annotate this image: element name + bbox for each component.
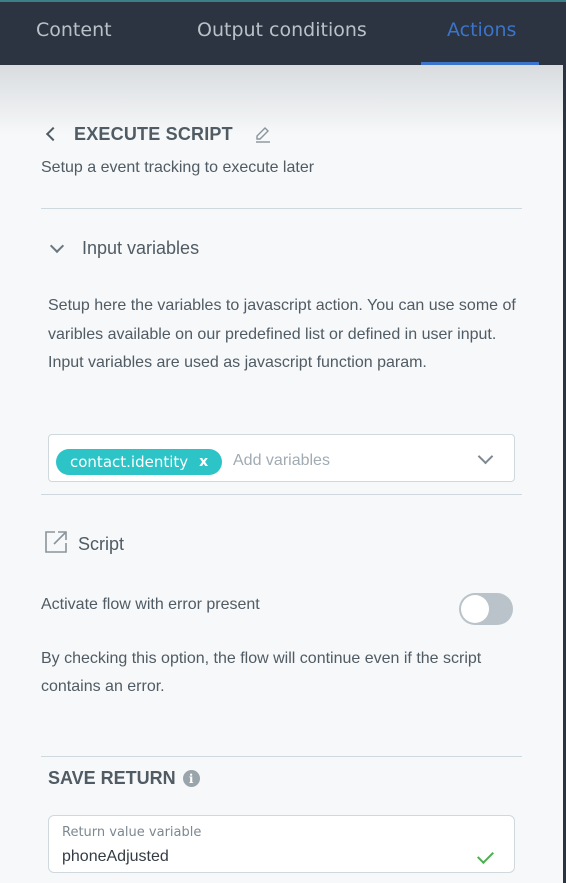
variable-chip-label: contact.identity [70, 453, 189, 471]
add-variables-input[interactable]: Add variables [233, 452, 330, 470]
return-value-field[interactable]: Return value variable phoneAdjusted [48, 815, 515, 873]
check-icon [477, 847, 494, 864]
save-return-header: SAVE RETURN i [48, 768, 200, 789]
tab-content[interactable]: Content [36, 19, 112, 41]
page-title: EXECUTE SCRIPT [74, 123, 233, 144]
activate-flow-toggle[interactable] [459, 593, 513, 625]
activate-flow-description: By checking this option, the flow will c… [41, 650, 482, 695]
variable-chip: contact.identity x [56, 449, 223, 475]
input-variables-toggle[interactable]: Input variables [49, 238, 199, 259]
top-tab-bar: Content Output conditions Actions [0, 0, 566, 66]
divider [41, 208, 522, 209]
save-return-title: SAVE RETURN [48, 768, 176, 788]
toggle-knob [461, 595, 489, 623]
return-value-label: Return value variable [62, 825, 202, 840]
activate-flow-label: Activate flow with error present [41, 596, 260, 613]
tab-actions[interactable]: Actions [447, 19, 516, 41]
dropdown-chevron-icon[interactable] [477, 448, 494, 465]
back-chevron-icon[interactable] [45, 126, 61, 142]
tab-output-conditions[interactable]: Output conditions [197, 19, 367, 41]
external-link-icon [44, 530, 68, 559]
input-variables-label: Input variables [82, 238, 200, 258]
page-header: EXECUTE SCRIPT [44, 121, 273, 147]
page-subtitle: Setup a event tracking to execute later [41, 159, 315, 176]
return-value-input[interactable]: phoneAdjusted [62, 848, 169, 866]
divider [41, 494, 522, 495]
script-link[interactable]: Script [44, 530, 124, 559]
chip-remove-icon[interactable]: x [199, 454, 208, 470]
variables-select[interactable]: contact.identity x Add variables [48, 434, 515, 482]
chevron-down-icon [49, 238, 65, 254]
edit-pencil-icon[interactable] [253, 124, 273, 144]
script-label: Script [78, 534, 125, 554]
info-icon[interactable]: i [182, 770, 200, 787]
input-variables-description: Setup here the variables to javascript a… [48, 297, 516, 371]
divider [41, 756, 522, 757]
